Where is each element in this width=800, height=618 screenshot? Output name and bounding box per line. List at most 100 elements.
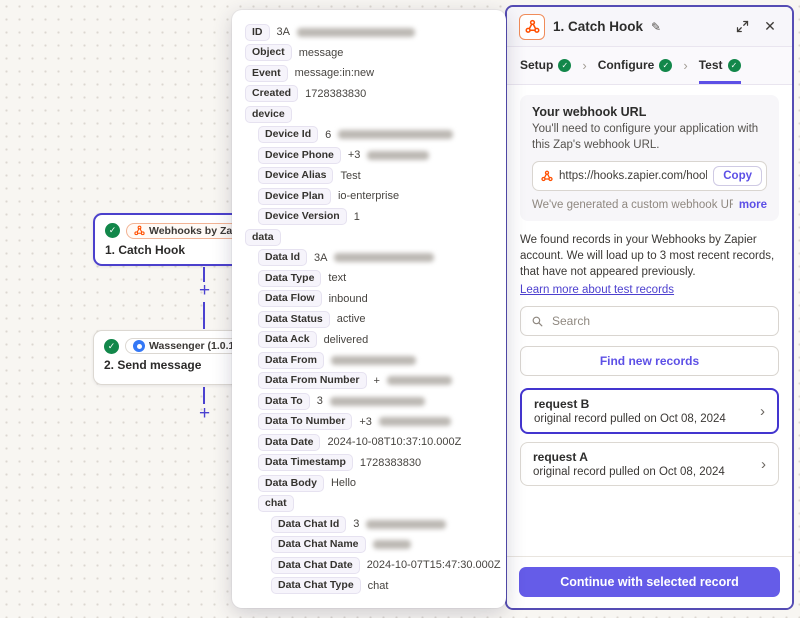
field-label: Created xyxy=(245,85,298,102)
field-value: 3 xyxy=(353,518,359,530)
add-step-button[interactable]: + xyxy=(196,283,213,300)
data-field-row: Data Ack delivered xyxy=(245,330,493,351)
field-value: Test xyxy=(340,170,360,182)
field-label: Data To xyxy=(258,393,310,410)
tab-label: Setup xyxy=(520,58,553,72)
data-field-row: Data Body Hello xyxy=(245,473,493,494)
field-label: Data Status xyxy=(258,311,330,328)
close-panel-icon[interactable]: ✕ xyxy=(760,17,780,37)
step-tab[interactable]: Configure ✓ xyxy=(598,47,673,84)
record-search-box[interactable] xyxy=(520,306,779,336)
wassenger-app-icon xyxy=(133,340,145,352)
data-field-row: Data Flow inbound xyxy=(245,289,493,310)
tab-label: Configure xyxy=(598,58,655,72)
field-value: inbound xyxy=(329,293,368,305)
copy-url-button[interactable]: Copy xyxy=(713,166,762,186)
panel-footer: Continue with selected record xyxy=(507,556,792,608)
webhook-url-field[interactable]: https://hooks.zapier.com/hooks/catch/1..… xyxy=(532,161,767,191)
chevron-right-icon: › xyxy=(761,456,766,473)
step-success-check-icon: ✓ xyxy=(105,223,120,238)
data-field-row: Data From Number + xyxy=(245,371,493,392)
field-label: Data From Number xyxy=(258,372,367,389)
data-field-row: Device Phone +3 xyxy=(245,145,493,166)
data-field-row: Device Id 6 xyxy=(245,125,493,146)
field-value: message xyxy=(299,47,344,59)
zap-editor-canvas: + + ✓ Webhooks by Zapier 1. Catch Hook ✓… xyxy=(0,0,800,618)
more-link[interactable]: more xyxy=(739,199,767,211)
continue-with-record-button[interactable]: Continue with selected record xyxy=(519,567,780,597)
webhook-card-title: Your webhook URL xyxy=(532,105,767,119)
edit-title-icon[interactable]: ✎ xyxy=(651,20,661,34)
panel-body: Your webhook URL You'll need to configur… xyxy=(507,85,792,556)
step-success-check-icon: ✓ xyxy=(104,339,119,354)
data-field-row: Data Status active xyxy=(245,309,493,330)
step-detail-panel: 1. Catch Hook ✎ ✕ Setup ✓ › Configure ✓ … xyxy=(505,5,794,610)
field-value: message:in:new xyxy=(295,67,375,79)
field-label: Device Alias xyxy=(258,167,333,184)
webhook-icon xyxy=(525,19,540,34)
field-label: device xyxy=(245,106,292,123)
field-value: active xyxy=(337,313,366,325)
add-step-button[interactable]: + xyxy=(196,406,213,423)
data-field-row: data xyxy=(245,227,493,248)
data-field-list: ID 3A Object message Event message:in:ne… xyxy=(245,22,493,596)
webhook-icon xyxy=(134,225,145,236)
webhook-url-text: https://hooks.zapier.com/hooks/catch/1..… xyxy=(559,170,707,182)
expand-panel-icon[interactable] xyxy=(732,17,752,37)
field-value: + xyxy=(374,375,380,387)
record-title: request B xyxy=(534,397,760,411)
field-label: Data Date xyxy=(258,434,320,451)
data-field-row: Data To Number +3 xyxy=(245,412,493,433)
redacted-value xyxy=(367,151,429,160)
webhook-url-card: Your webhook URL You'll need to configur… xyxy=(520,95,779,221)
field-label: Data Chat Type xyxy=(271,577,361,594)
record-card[interactable]: request A original record pulled on Oct … xyxy=(520,442,779,486)
field-value: 3 xyxy=(317,395,323,407)
redacted-value xyxy=(373,540,411,549)
chevron-right-icon: › xyxy=(760,403,765,420)
search-input[interactable] xyxy=(552,314,768,328)
field-label: data xyxy=(245,229,281,246)
data-field-row: Object message xyxy=(245,43,493,64)
field-label: Device Plan xyxy=(258,188,331,205)
redacted-value xyxy=(297,28,415,37)
field-label: Object xyxy=(245,44,292,61)
app-pill-label: Wassenger (1.0.1) xyxy=(149,340,238,352)
record-card[interactable]: request B original record pulled on Oct … xyxy=(520,388,779,434)
field-label: Device Phone xyxy=(258,147,341,164)
field-value: 3A xyxy=(277,26,290,38)
data-field-row: device xyxy=(245,104,493,125)
field-label: Data Flow xyxy=(258,290,322,307)
data-field-row: Data Chat Name xyxy=(245,535,493,556)
redacted-value xyxy=(387,376,452,385)
redacted-value xyxy=(338,130,453,139)
field-value: 1728383830 xyxy=(360,457,421,469)
data-field-row: Data Chat Type chat xyxy=(245,576,493,597)
data-field-row: Device Alias Test xyxy=(245,166,493,187)
webhook-card-description: You'll need to configure your applicatio… xyxy=(532,122,767,153)
data-field-row: Device Plan io-enterprise xyxy=(245,186,493,207)
record-subtitle: original record pulled on Oct 08, 2024 xyxy=(534,413,760,425)
field-value: chat xyxy=(368,580,389,592)
learn-more-link[interactable]: Learn more about test records xyxy=(520,284,674,296)
step-tab[interactable]: Test ✓ xyxy=(699,47,741,84)
data-field-row: Device Version 1 xyxy=(245,207,493,228)
field-value: 6 xyxy=(325,129,331,141)
field-label: Device Version xyxy=(258,208,347,225)
redacted-value xyxy=(330,397,425,406)
redacted-value xyxy=(366,520,446,529)
record-data-popover: ID 3A Object message Event message:in:ne… xyxy=(232,10,506,608)
field-value: delivered xyxy=(324,334,369,346)
tab-complete-check-icon: ✓ xyxy=(558,59,571,72)
field-value: +3 xyxy=(359,416,372,428)
step-tabs: Setup ✓ › Configure ✓ › Test ✓ xyxy=(507,47,792,85)
step-tab[interactable]: Setup ✓ xyxy=(520,47,571,84)
field-label: Data Ack xyxy=(258,331,317,348)
field-value: Hello xyxy=(331,477,356,489)
field-label: Data To Number xyxy=(258,413,352,430)
records-intro-text: We found records in your Webhooks by Zap… xyxy=(520,232,779,280)
find-new-records-button[interactable]: Find new records xyxy=(520,346,779,376)
field-value: +3 xyxy=(348,149,361,161)
tab-separator-chevron-icon: › xyxy=(683,47,687,84)
panel-title: 1. Catch Hook xyxy=(553,19,643,34)
